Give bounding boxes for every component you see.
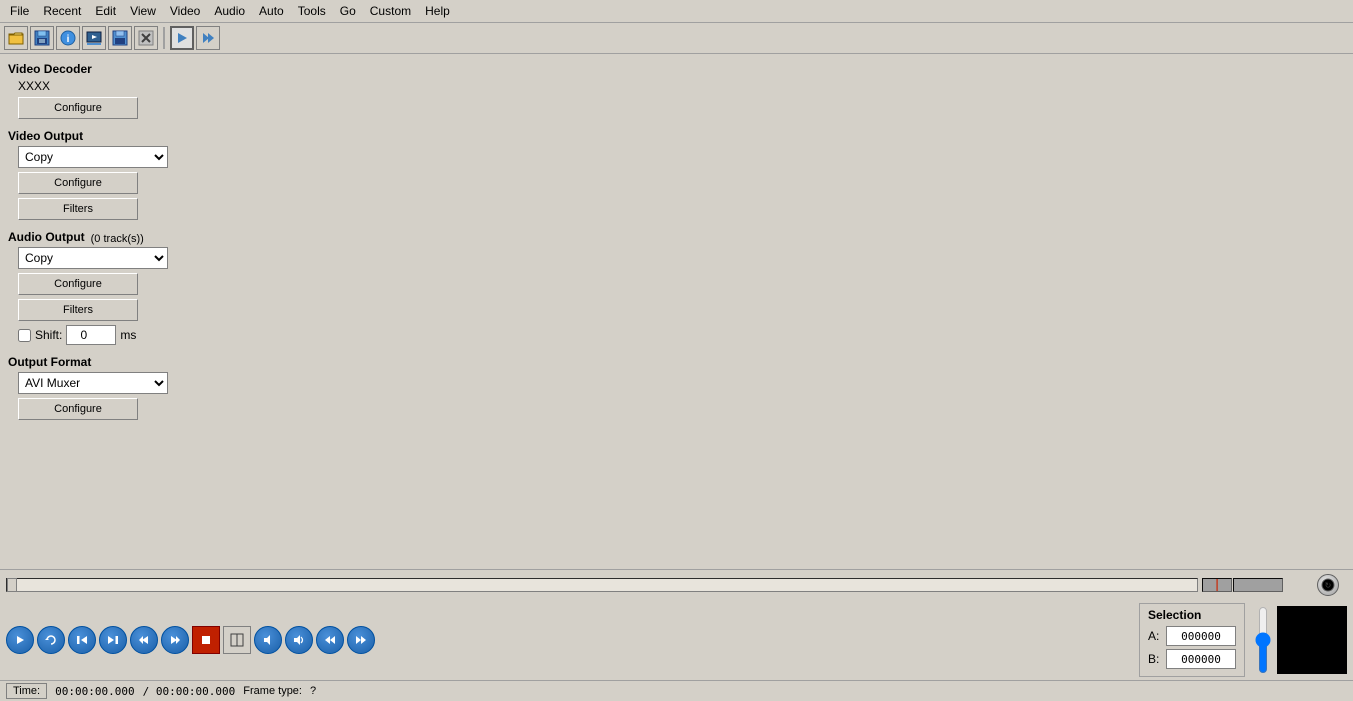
menu-go[interactable]: Go	[334, 2, 362, 20]
volume-circular-btn[interactable]: ↻	[1317, 574, 1339, 596]
selection-title: Selection	[1148, 608, 1236, 622]
vol-up-btn[interactable]	[285, 626, 313, 654]
audio-tracks-info: (0 track(s))	[91, 233, 144, 245]
time-label-btn[interactable]: Time:	[6, 683, 47, 699]
output-format-configure-btn[interactable]: Configure	[18, 398, 138, 420]
toolbar-close-btn[interactable]	[134, 26, 158, 50]
video-output-dropdown[interactable]: Copy Encode	[18, 146, 168, 168]
loop-transport-btn[interactable]	[37, 626, 65, 654]
shift-checkbox[interactable]	[18, 329, 31, 342]
shift-label: Shift:	[35, 328, 62, 342]
preview-box	[1277, 606, 1347, 674]
frame-type-label: Frame type:	[243, 685, 302, 697]
menu-edit[interactable]: Edit	[89, 2, 122, 20]
menu-video[interactable]: Video	[164, 2, 206, 20]
next-frame-transport-btn[interactable]	[161, 626, 189, 654]
vertical-slider-area	[1254, 606, 1272, 674]
video-output-filters-btn[interactable]: Filters	[18, 198, 138, 220]
volume-control	[1202, 578, 1283, 592]
menu-view[interactable]: View	[124, 2, 162, 20]
play-transport-btn[interactable]	[6, 626, 34, 654]
svg-text:i: i	[67, 34, 70, 45]
main-content: Video Decoder XXXX Configure Video Outpu…	[0, 54, 1353, 569]
audio-output-configure-btn[interactable]: Configure	[18, 273, 138, 295]
toolbar-open-btn[interactable]	[4, 26, 28, 50]
output-format-dropdown[interactable]: AVI Muxer MKV Muxer MP4 Muxer	[18, 372, 168, 394]
menu-custom[interactable]: Custom	[364, 2, 417, 20]
edit-btn[interactable]	[223, 626, 251, 654]
output-format-dropdown-row: AVI Muxer MKV Muxer MP4 Muxer	[18, 372, 1345, 394]
output-format-section: Output Format AVI Muxer MKV Muxer MP4 Mu…	[8, 355, 1345, 420]
video-decoder-label: Video Decoder	[8, 62, 1345, 76]
timeline-row: ↻	[0, 570, 1353, 600]
menu-file[interactable]: File	[4, 2, 35, 20]
video-output-dropdown-row: Copy Encode	[18, 146, 1345, 168]
audio-output-dropdown[interactable]: Copy Encode	[18, 247, 168, 269]
selection-b-row: B:	[1148, 649, 1236, 669]
audio-output-dropdown-row: Copy Encode	[18, 247, 1345, 269]
toolbar-videoprev-btn[interactable]	[82, 26, 106, 50]
prev-keyframe-btn[interactable]	[316, 626, 344, 654]
video-decoder-configure-btn[interactable]: Configure	[18, 97, 138, 119]
prev-frame-transport-btn[interactable]	[130, 626, 158, 654]
selection-a-row: A:	[1148, 626, 1236, 646]
transport-row: Selection A: B:	[0, 600, 1353, 680]
toolbar-info-btn[interactable]: i	[56, 26, 80, 50]
menu-auto[interactable]: Auto	[253, 2, 290, 20]
toolbar-separator	[163, 27, 165, 49]
shift-input[interactable]	[66, 325, 116, 345]
status-bar: Time: 00:00:00.000 / 00:00:00.000 Frame …	[0, 680, 1353, 701]
frame-type-value: ?	[310, 685, 316, 697]
video-output-configure-btn[interactable]: Configure	[18, 172, 138, 194]
selection-b-label: B:	[1148, 652, 1162, 666]
toolbar-save2-btn[interactable]	[108, 26, 132, 50]
menu-recent[interactable]: Recent	[37, 2, 87, 20]
forward-transport-btn[interactable]	[99, 626, 127, 654]
shift-row: Shift: ms	[18, 325, 1345, 345]
audio-output-label: Audio Output	[8, 230, 85, 244]
output-format-label: Output Format	[8, 355, 1345, 369]
shift-unit: ms	[120, 328, 136, 342]
bottom-area: ↻	[0, 569, 1353, 701]
next-keyframe-btn[interactable]	[347, 626, 375, 654]
selection-b-input[interactable]	[1166, 649, 1236, 669]
vol-down-btn[interactable]	[254, 626, 282, 654]
toolbar-save-btn[interactable]	[30, 26, 54, 50]
menu-tools[interactable]: Tools	[292, 2, 332, 20]
menu-help[interactable]: Help	[419, 2, 456, 20]
audio-output-filters-btn[interactable]: Filters	[18, 299, 138, 321]
vertical-slider[interactable]	[1254, 606, 1272, 674]
video-output-label: Video Output	[8, 129, 1345, 143]
svg-text:↻: ↻	[1325, 581, 1332, 590]
menu-bar: File Recent Edit View Video Audio Auto T…	[0, 0, 1353, 23]
menu-audio[interactable]: Audio	[208, 2, 251, 20]
time-value: 00:00:00.000	[55, 685, 134, 698]
rewind-transport-btn[interactable]	[68, 626, 96, 654]
video-decoder-section: Video Decoder XXXX Configure	[8, 62, 1345, 119]
selection-a-input[interactable]	[1166, 626, 1236, 646]
selection-panel: Selection A: B:	[1139, 603, 1245, 677]
timeline-slider[interactable]	[6, 578, 1198, 592]
record-btn[interactable]	[192, 626, 220, 654]
video-output-section: Video Output Copy Encode Configure Filte…	[8, 129, 1345, 220]
selection-a-label: A:	[1148, 629, 1162, 643]
toolbar: i	[0, 23, 1353, 54]
toolbar-forward-btn[interactable]	[196, 26, 220, 50]
audio-output-section: Audio Output (0 track(s)) Copy Encode Co…	[8, 230, 1345, 345]
toolbar-play-btn[interactable]	[170, 26, 194, 50]
total-time-value: / 00:00:00.000	[143, 685, 236, 698]
video-decoder-value: XXXX	[18, 79, 1345, 93]
